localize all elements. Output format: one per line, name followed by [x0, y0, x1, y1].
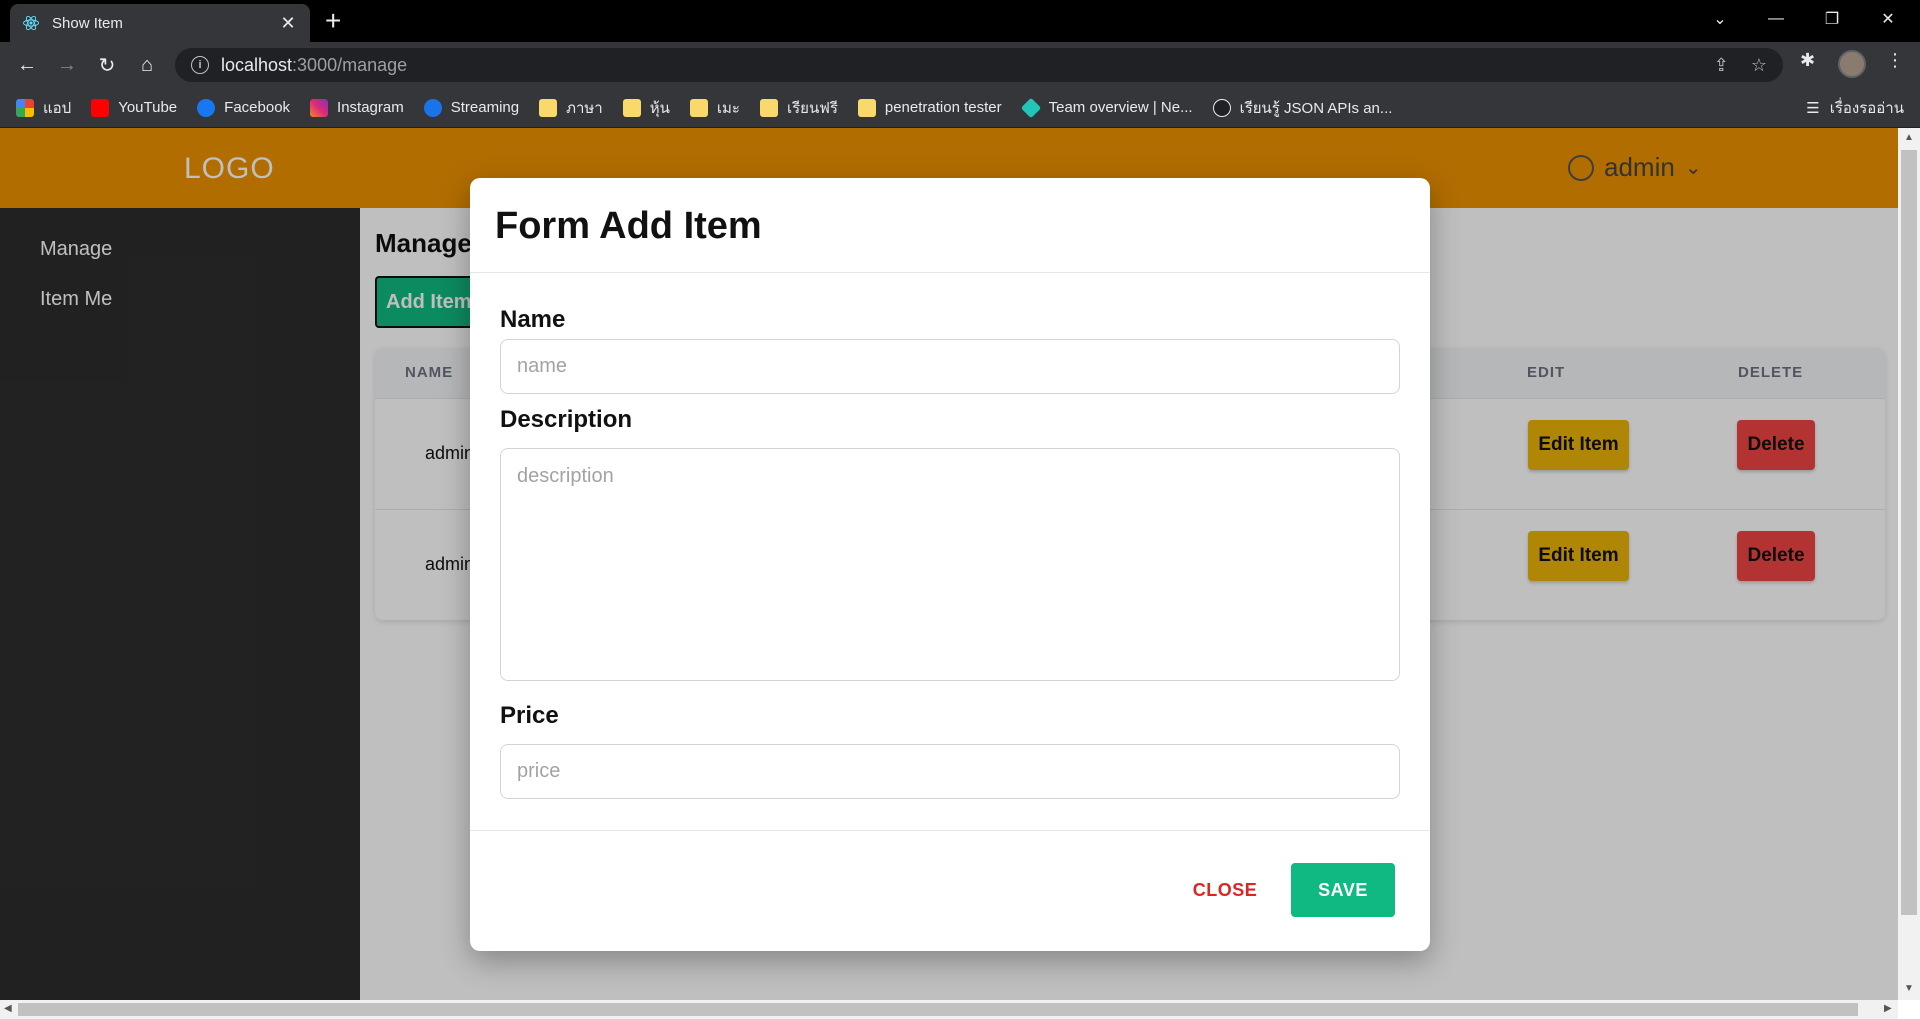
scroll-right-icon[interactable]: ▶	[1884, 1003, 1892, 1014]
restore-icon[interactable]: ❐	[1804, 0, 1860, 38]
bookmark-item[interactable]: Instagram	[310, 98, 404, 117]
url-host: localhost	[221, 54, 293, 75]
scroll-left-icon[interactable]: ◀	[4, 1003, 12, 1014]
netlify-icon	[1020, 97, 1041, 118]
folder-icon	[622, 98, 641, 117]
modal-title: Form Add Item	[495, 205, 762, 247]
add-item-modal: Form Add Item Name Description Price CLO…	[470, 178, 1430, 951]
description-label: Description	[500, 406, 633, 433]
bookmark-folder[interactable]: ภาษา	[539, 96, 603, 120]
address-bar[interactable]: i localhost:3000/manage ⇪ ☆	[175, 48, 1783, 82]
bookmark-item[interactable]: Facebook	[197, 98, 290, 117]
folder-icon	[689, 98, 708, 117]
app-viewport: LOGO admin ⌄ Manage Item Me Manage Add I…	[0, 128, 1898, 1000]
instagram-icon	[310, 98, 329, 117]
horizontal-scrollbar[interactable]: ◀ ▶	[0, 1000, 1898, 1019]
horizontal-scroll-thumb[interactable]	[18, 1003, 1858, 1016]
browser-menu-icon[interactable]: ⋮	[1886, 50, 1904, 71]
reading-list[interactable]: ☰ เรื่องรออ่าน	[1806, 88, 1904, 128]
name-label: Name	[500, 306, 566, 333]
folder-icon	[857, 98, 876, 117]
extensions-icon[interactable]: ✱	[1800, 50, 1815, 71]
minimize-icon[interactable]: —	[1748, 0, 1804, 38]
modal-footer: CLOSE SAVE	[470, 830, 1430, 951]
bookmark-star-icon[interactable]: ☆	[1751, 55, 1767, 76]
back-icon[interactable]: ←	[12, 50, 42, 80]
tab-search-icon[interactable]: ⌄	[1692, 0, 1748, 38]
scroll-up-icon[interactable]: ▲	[1904, 132, 1914, 143]
streaming-icon	[423, 98, 442, 117]
vertical-scroll-thumb[interactable]	[1901, 150, 1917, 915]
vertical-scrollbar[interactable]: ▲ ▼	[1898, 128, 1920, 1000]
bookmark-folder[interactable]: เมะ	[689, 96, 740, 120]
bookmark-item[interactable]: เรียนรู้ JSON APIs an...	[1212, 96, 1392, 120]
react-icon	[23, 15, 39, 31]
close-button[interactable]: CLOSE	[1180, 863, 1270, 917]
bookmarks-bar: แอป YouTube Facebook Instagram Streaming…	[0, 88, 1920, 128]
reading-list-icon: ☰	[1806, 100, 1820, 117]
youtube-icon	[91, 98, 110, 117]
price-input[interactable]	[500, 744, 1400, 799]
browser-tab[interactable]: Show Item ✕	[10, 4, 310, 42]
reload-icon[interactable]: ↻	[92, 50, 122, 80]
facebook-icon	[197, 98, 216, 117]
forward-icon[interactable]: →	[52, 50, 82, 80]
new-tab-icon[interactable]: +	[325, 7, 341, 35]
folder-icon	[759, 98, 778, 117]
description-textarea[interactable]	[500, 448, 1400, 681]
browser-tab-strip: Show Item ✕ + ⌄ — ❐ ✕	[0, 0, 1920, 42]
bookmark-item[interactable]: แอป	[16, 96, 71, 120]
name-input[interactable]	[500, 339, 1400, 394]
bookmark-folder[interactable]: หุ้น	[622, 96, 670, 120]
save-button[interactable]: SAVE	[1291, 863, 1395, 917]
tab-title: Show Item	[52, 14, 123, 32]
home-icon[interactable]: ⌂	[132, 50, 162, 80]
bookmark-folder[interactable]: เรียนฟรี	[759, 96, 838, 120]
url-path: :3000/manage	[292, 54, 408, 75]
site-info-icon[interactable]: i	[191, 56, 209, 74]
price-label: Price	[500, 702, 559, 729]
profile-avatar[interactable]	[1838, 50, 1866, 78]
browser-toolbar: ← → ↻ ⌂ i localhost:3000/manage ⇪ ☆ ✱ ⋮	[0, 42, 1920, 88]
angular-icon	[1212, 98, 1231, 117]
bookmark-folder[interactable]: penetration tester	[857, 98, 1002, 117]
close-tab-icon[interactable]: ✕	[278, 13, 298, 34]
modal-header: Form Add Item	[470, 178, 1430, 273]
share-icon[interactable]: ⇪	[1714, 55, 1729, 76]
bookmark-item[interactable]: YouTube	[91, 98, 177, 117]
apps-grid-icon	[16, 98, 34, 117]
folder-icon	[539, 98, 558, 117]
bookmark-item[interactable]: Team overview | Ne...	[1020, 97, 1193, 118]
bookmark-item[interactable]: Streaming	[423, 98, 519, 117]
scroll-down-icon[interactable]: ▼	[1904, 983, 1914, 994]
window-close-icon[interactable]: ✕	[1860, 0, 1916, 38]
